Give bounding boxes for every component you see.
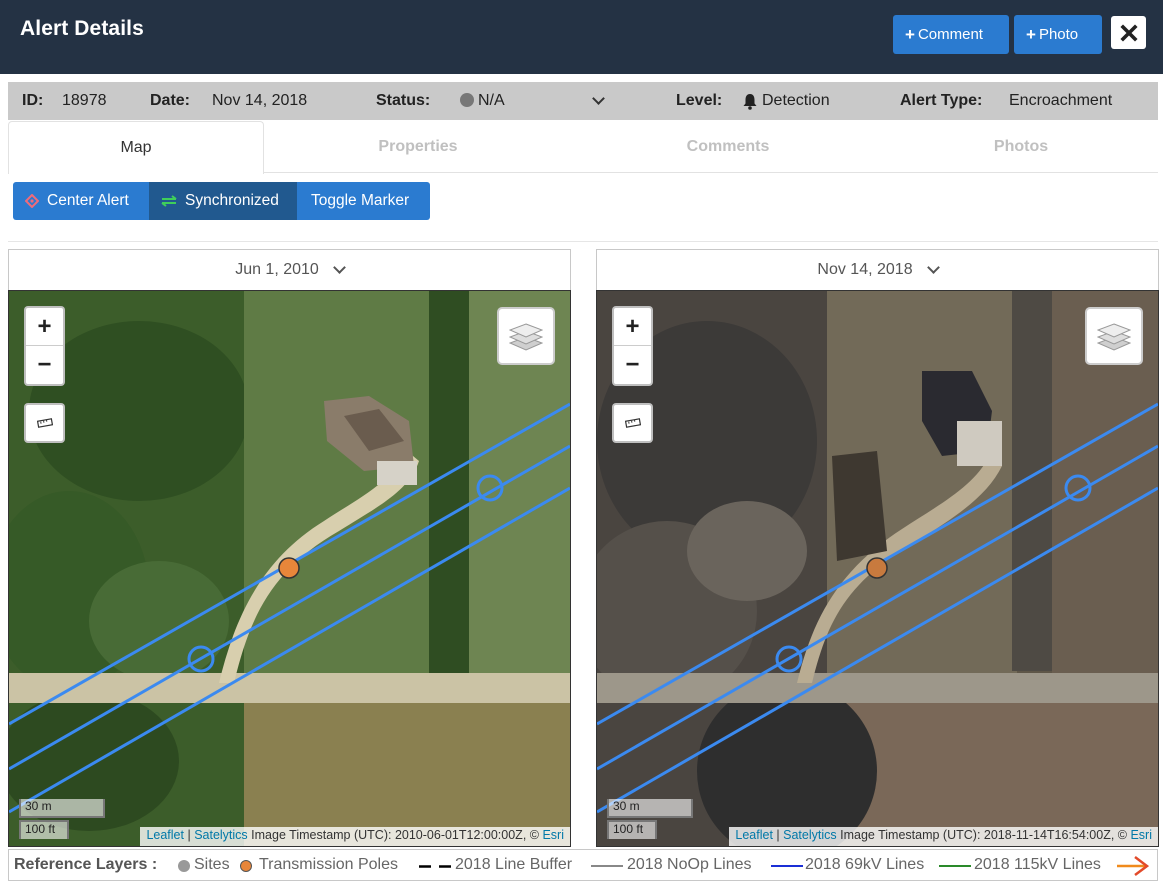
legend-item-sites: Sites (194, 856, 230, 873)
scale-bar-metric: 30 m (607, 799, 693, 818)
legend-title: Reference Layers : (14, 856, 158, 873)
map-attribution: Leaflet | Satelytics Image Timestamp (UT… (140, 827, 570, 846)
status-label: Status: (376, 92, 431, 109)
legend-item-noop-lines: 2018 NoOp Lines (627, 856, 752, 873)
map-panel-right: Nov 14, 2018 + − 30 m 100 ft Leaflet | S… (596, 249, 1159, 848)
toggle-marker-label: Toggle Marker (311, 192, 410, 209)
level-value: Detection (762, 92, 830, 109)
69kv-line-swatch-icon (771, 865, 803, 867)
image-timestamp-text: Image Timestamp (UTC): 2018-11-14T16:54:… (840, 828, 1127, 842)
tab-photos[interactable]: Photos (884, 121, 1158, 173)
scale-bar-imperial: 100 ft (607, 820, 657, 839)
close-icon (1119, 23, 1138, 42)
transmission-pole-marker[interactable] (866, 557, 888, 579)
right-map[interactable]: + − 30 m 100 ft Leaflet | Satelytics Ima… (596, 290, 1159, 847)
dashed-line-swatch-icon (419, 865, 455, 868)
tab-comments[interactable]: Comments (572, 121, 884, 173)
add-photo-label: Photo (1038, 26, 1079, 43)
alert-info-bar: ID: 18978 Date: Nov 14, 2018 Status: N/A… (8, 82, 1158, 120)
crosshair-icon (25, 194, 39, 208)
right-date-selector[interactable]: Nov 14, 2018 (596, 249, 1159, 291)
date-value: Nov 14, 2018 (212, 92, 308, 109)
noop-line-swatch-icon (591, 865, 623, 867)
ruler-icon (624, 418, 641, 428)
right-power-lines-overlay (597, 402, 1158, 814)
alert-type-value: Encroachment (1009, 92, 1113, 109)
satelytics-link[interactable]: Satelytics (194, 828, 248, 842)
center-alert-label: Center Alert (47, 192, 129, 209)
measure-button[interactable] (612, 403, 653, 443)
legend-item-69kv-lines: 2018 69kV Lines (805, 856, 925, 873)
satelytics-link[interactable]: Satelytics (783, 828, 837, 842)
legend-item-115kv-lines: 2018 115kV Lines (974, 856, 1101, 873)
sync-arrows-icon (161, 195, 177, 207)
zoom-control: + − (612, 306, 653, 386)
date-label: Date: (150, 92, 191, 109)
zoom-control: + − (24, 306, 65, 386)
id-label: ID: (22, 92, 44, 109)
left-map[interactable]: + − 30 m 100 ft Leaflet | Satelytics Ima… (8, 290, 571, 847)
tab-map[interactable]: Map (8, 121, 264, 174)
alert-type-label: Alert Type: (900, 92, 983, 109)
legend-item-transmission-poles: Transmission Poles (259, 856, 399, 873)
scale-bar-imperial: 100 ft (19, 820, 69, 839)
zoom-out-button[interactable]: − (614, 346, 651, 384)
leaflet-link[interactable]: Leaflet (735, 828, 773, 842)
map-toolbar: Center Alert Synchronized Toggle Marker (13, 182, 430, 220)
dialog-header: Alert Details + Comment + Photo (0, 0, 1163, 74)
status-dot-icon (460, 93, 474, 107)
dialog-title: Alert Details (20, 17, 144, 40)
status-dropdown-chevron-icon[interactable] (592, 92, 605, 105)
plus-icon: + (1026, 24, 1036, 44)
reference-layers-legend: Reference Layers : Sites Transmission Po… (8, 849, 1158, 881)
measure-button[interactable] (24, 403, 65, 443)
map-attribution: Leaflet | Satelytics Image Timestamp (UT… (729, 827, 1158, 846)
ruler-icon (36, 418, 53, 428)
close-button[interactable] (1111, 16, 1146, 49)
layers-button[interactable] (1085, 307, 1143, 365)
sites-dot-icon (178, 860, 190, 872)
layers-button[interactable] (497, 307, 555, 365)
synchronized-toggle[interactable]: Synchronized (149, 182, 297, 220)
layers-icon (1097, 323, 1131, 351)
left-date-selector[interactable]: Jun 1, 2010 (8, 249, 571, 291)
bell-icon (743, 94, 757, 110)
zoom-in-button[interactable]: + (26, 308, 63, 346)
chevron-down-icon (332, 260, 346, 274)
zoom-out-button[interactable]: − (26, 346, 63, 384)
add-comment-button[interactable]: + Comment (893, 15, 1009, 54)
divider (8, 241, 1158, 242)
image-timestamp-text: Image Timestamp (UTC): 2010-06-01T12:00:… (251, 828, 539, 842)
layers-icon (509, 323, 543, 351)
center-alert-button[interactable]: Center Alert (13, 182, 149, 220)
scale-bar-metric: 30 m (19, 799, 105, 818)
map-panel-left: Jun 1, 2010 + − 30 m 100 ft Leaflet | Sa… (8, 249, 571, 848)
add-comment-label: Comment (917, 26, 983, 43)
tab-bar: Map Properties Comments Photos (8, 121, 1158, 174)
legend-item-line-buffer: 2018 Line Buffer (455, 856, 573, 873)
synchronized-label: Synchronized (185, 192, 279, 209)
zoom-in-button[interactable]: + (614, 308, 651, 346)
id-value: 18978 (62, 92, 107, 109)
add-photo-button[interactable]: + Photo (1014, 15, 1102, 54)
toggle-marker-button[interactable]: Toggle Marker (297, 182, 430, 220)
plus-icon: + (905, 24, 915, 44)
transmission-pole-dot-icon (240, 860, 252, 872)
esri-link[interactable]: Esri (1130, 828, 1152, 842)
status-value[interactable]: N/A (478, 92, 505, 110)
transmission-pole-marker[interactable] (278, 557, 300, 579)
left-date-value: Jun 1, 2010 (235, 261, 319, 278)
leaflet-link[interactable]: Leaflet (146, 828, 184, 842)
esri-link[interactable]: Esri (542, 828, 564, 842)
arrow-line-swatch-icon (1117, 856, 1149, 876)
tab-properties[interactable]: Properties (264, 121, 572, 173)
level-label: Level: (676, 92, 723, 109)
right-date-value: Nov 14, 2018 (817, 261, 913, 278)
chevron-down-icon (926, 260, 940, 274)
115kv-line-swatch-icon (939, 865, 971, 867)
left-power-lines-overlay (9, 402, 570, 814)
